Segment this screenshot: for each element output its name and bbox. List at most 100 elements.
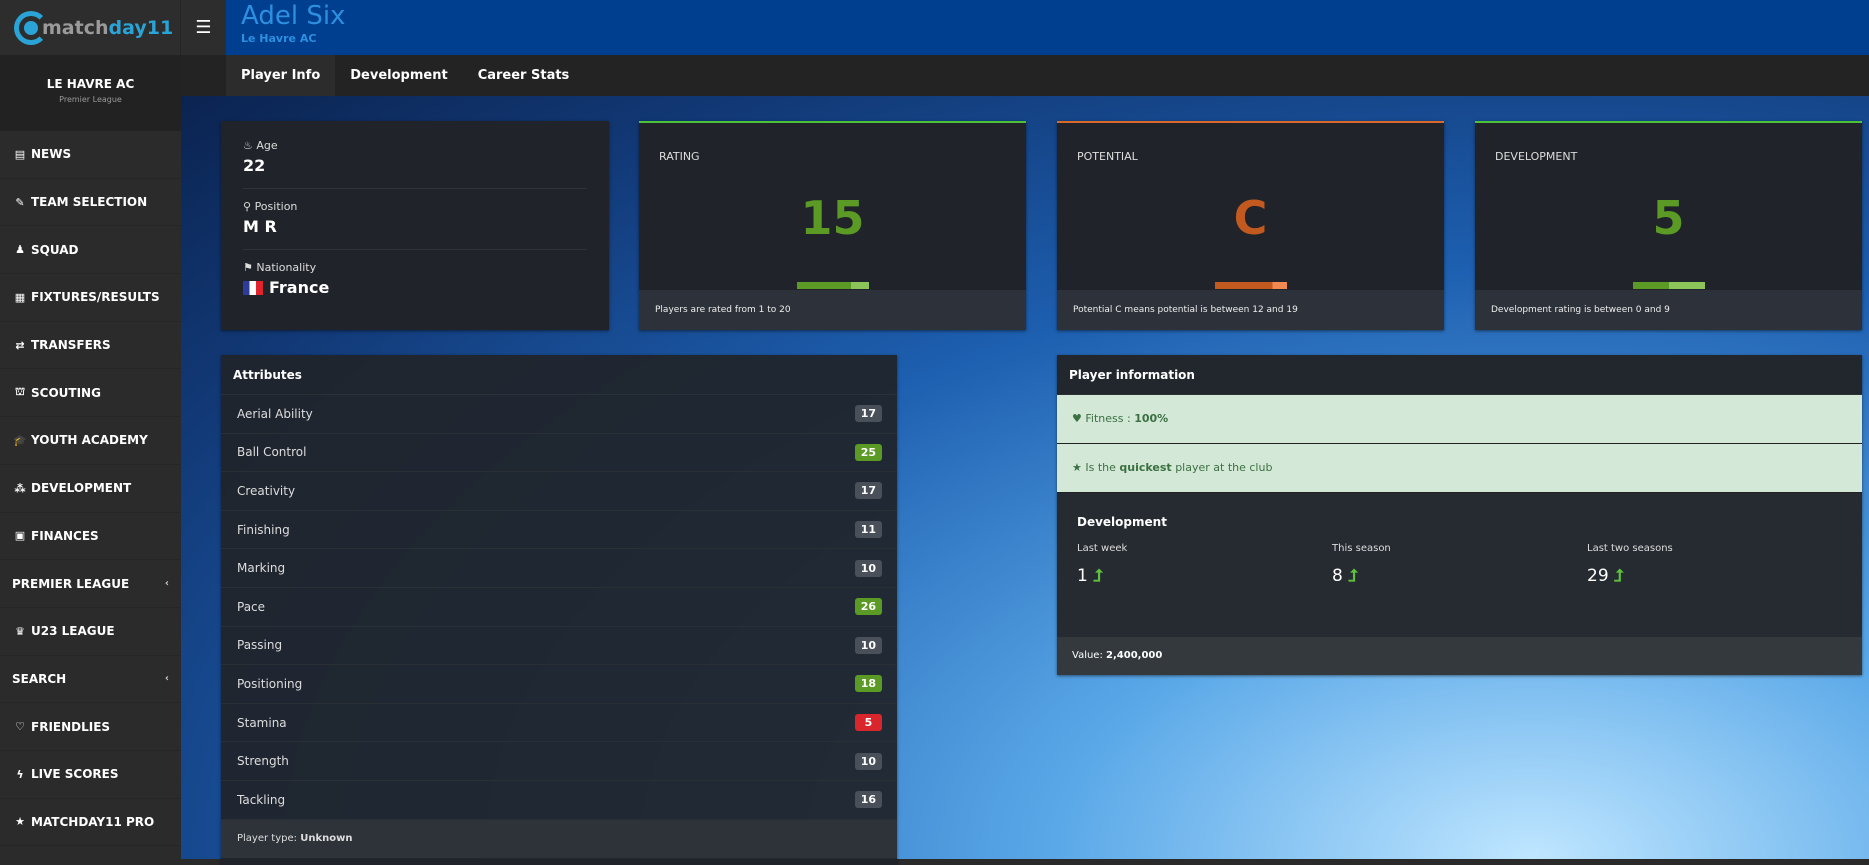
logo-text-accent: day11 xyxy=(108,16,174,39)
quick-pre: Is the xyxy=(1085,461,1116,474)
calendar-icon: ▦ xyxy=(14,290,26,304)
stat-value: 15 xyxy=(800,191,865,245)
development-stat: This season 8 ⮥ xyxy=(1332,543,1587,586)
arrow-up-icon: ⮥ xyxy=(1614,566,1625,586)
development-period: Last two seasons xyxy=(1587,543,1673,554)
player-information-title: Player information xyxy=(1057,355,1862,395)
pencil-icon: ✎ xyxy=(15,195,25,209)
stat-title: RATING xyxy=(659,150,700,163)
player-club-link[interactable]: Le Havre AC xyxy=(241,32,1869,45)
club-league: Premier League xyxy=(59,95,122,104)
attributes-panel: Attributes Aerial Ability 17 Ball Control 2… xyxy=(221,355,897,865)
sidebar-item-news[interactable]: ▤ NEWS xyxy=(0,131,181,179)
stat-footer: Potential C means potential is between 1… xyxy=(1057,290,1444,330)
sidebar-item-finances[interactable]: ▣ FINANCES xyxy=(0,513,181,561)
attribute-value-badge: 17 xyxy=(854,405,882,423)
france-flag-icon xyxy=(243,281,263,295)
attribute-value-badge: 26 xyxy=(854,598,882,616)
attribute-value-badge: 18 xyxy=(854,675,882,693)
value-amount: 2,400,000 xyxy=(1106,650,1163,661)
tab-player-info[interactable]: Player Info xyxy=(226,55,336,96)
attribute-value-badge: 10 xyxy=(854,636,882,654)
sidebar-item-premier-league[interactable]: PREMIER LEAGUE ‹ xyxy=(0,560,181,608)
tab-bar: Player Info Development Career Stats xyxy=(181,55,1869,96)
newspaper-icon: ▤ xyxy=(14,147,26,161)
nationality-value: France xyxy=(269,278,330,297)
attribute-name: Positioning xyxy=(237,676,303,691)
tab-development[interactable]: Development xyxy=(335,55,462,96)
development-value: 1 xyxy=(1077,566,1088,586)
sidebar-nav: ▤ NEWS ✎ TEAM SELECTION ♟ SQUAD ▦ FIXTURES/RESU… xyxy=(0,131,181,847)
sidebar-item-label: FIXTURES/RESULTS xyxy=(31,290,160,305)
heartbeat-icon: ♥ xyxy=(1072,412,1082,425)
sidebar-item-label: MATCHDAY11 PRO xyxy=(31,814,155,829)
sidebar-item-label: LIVE SCORES xyxy=(31,767,119,782)
sidebar-item-live-scores[interactable]: ϟ LIVE SCORES xyxy=(0,751,181,799)
star-icon: ★ xyxy=(1072,461,1082,474)
chevron-left-icon: ‹ xyxy=(164,673,169,685)
sidebar-item-youth-academy[interactable]: 🎓 YOUTH ACADEMY xyxy=(0,417,181,465)
sidebar: match day11 LE HAVRE AC Premier League ▤ N… xyxy=(0,0,181,859)
sidebar-item-label: TEAM SELECTION xyxy=(31,195,148,210)
player-type-label: Player type: xyxy=(237,832,298,844)
stat-bar xyxy=(796,282,869,289)
club-name: LE HAVRE AC xyxy=(46,77,135,91)
attribute-row: Positioning 18 xyxy=(221,665,897,704)
sidebar-item-label: FINANCES xyxy=(31,528,99,543)
sidebar-item-friendlies[interactable]: ♡ FRIENDLIES xyxy=(0,703,181,751)
sidebar-item-label: DEVELOPMENT xyxy=(31,481,132,496)
bolt-icon: ϟ xyxy=(16,767,24,781)
stat-title: POTENTIAL xyxy=(1077,150,1138,163)
nationality-label: Nationality xyxy=(256,261,317,274)
sidebar-item-fixtures-results[interactable]: ▦ FIXTURES/RESULTS xyxy=(0,274,181,322)
attribute-value-badge: 25 xyxy=(854,443,882,461)
attribute-value-badge: 11 xyxy=(854,521,882,539)
attribute-name: Pace xyxy=(237,599,266,614)
attribute-name: Stamina xyxy=(237,715,287,730)
attribute-row: Creativity 17 xyxy=(221,472,897,511)
position-value: M R xyxy=(243,217,277,236)
stat-footer: Players are rated from 1 to 20 xyxy=(639,290,1026,330)
sidebar-item-scouting[interactable]: ⛫ SCOUTING xyxy=(0,369,181,418)
sidebar-item-transfers[interactable]: ⇄ TRANSFERS xyxy=(0,322,181,370)
sidebar-item-label: FRIENDLIES xyxy=(31,719,111,734)
player-name: Adel Six xyxy=(241,1,346,31)
attribute-name: Marking xyxy=(237,561,286,576)
logo[interactable]: match day11 xyxy=(0,0,181,55)
sidebar-item-team-selection[interactable]: ✎ TEAM SELECTION xyxy=(0,179,181,227)
hamburger-menu-button[interactable]: ☰ xyxy=(181,0,226,55)
age-value: 22 xyxy=(243,156,266,175)
birthday-cake-icon: ♨ xyxy=(243,139,253,152)
development-summary: Development Last week 1 ⮥ This season 8 ⮥ La… xyxy=(1057,493,1862,608)
sidebar-item-development[interactable]: ⁂ DEVELOPMENT xyxy=(0,465,181,513)
stat-value: 5 xyxy=(1652,191,1685,245)
sidebar-item-squad[interactable]: ♟ SQUAD xyxy=(0,226,181,275)
player-information-panel: Player information ♥ Fitness : 100% ★ Is… xyxy=(1057,355,1862,675)
graduation-cap-icon: 🎓 xyxy=(13,433,27,447)
sidebar-item-matchday11-pro[interactable]: ★ MATCHDAY11 PRO xyxy=(0,799,181,847)
binoculars-icon: ⛫ xyxy=(14,385,26,399)
sidebar-item-u23-league[interactable]: ♛ U23 LEAGUE xyxy=(0,608,181,656)
sidebar-item-search[interactable]: SEARCH ‹ xyxy=(0,656,181,704)
stat-bar xyxy=(1214,282,1287,289)
attribute-name: Strength xyxy=(237,754,289,769)
attribute-row: Tackling 16 xyxy=(221,781,897,820)
stat-footer: Development rating is between 0 and 9 xyxy=(1475,290,1862,330)
attribute-row: Stamina 5 xyxy=(221,704,897,743)
fitness-label: Fitness : xyxy=(1085,412,1131,425)
main-content: ♨ Age 22 ⚲ Position M R ⚑ Nationality Fr… xyxy=(181,96,1869,865)
attributes-title: Attributes xyxy=(221,355,897,395)
attribute-row: Passing 10 xyxy=(221,627,897,666)
fitness-value: 100% xyxy=(1134,412,1169,425)
sidebar-item-label: PREMIER LEAGUE xyxy=(12,576,130,591)
position-label: Position xyxy=(254,200,298,213)
tab-career-stats[interactable]: Career Stats xyxy=(463,55,585,96)
stat-card-potential: POTENTIAL C Potential C means potential is… xyxy=(1057,121,1444,330)
age-label: Age xyxy=(256,139,278,152)
club-block: LE HAVRE AC Premier League xyxy=(0,55,181,131)
development-title: Development xyxy=(1077,515,1167,529)
development-period: Last week xyxy=(1077,543,1128,554)
star-icon: ★ xyxy=(15,815,25,829)
sidebar-item-label: U23 LEAGUE xyxy=(31,624,115,639)
stat-card-rating: RATING 15 Players are rated from 1 to 20 xyxy=(639,121,1026,330)
